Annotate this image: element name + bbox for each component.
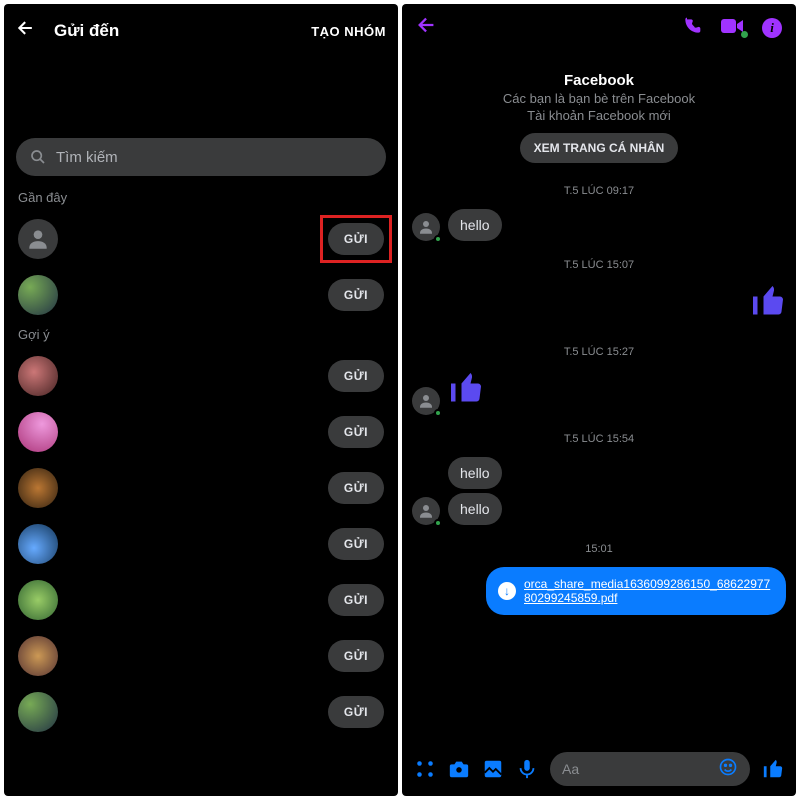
timestamp: T.5 LÚC 15:27 — [412, 332, 786, 366]
contact-row[interactable]: GỬI — [4, 211, 398, 267]
file-attachment[interactable]: ↓ orca_share_media1636099286150_68622977… — [486, 567, 786, 615]
file-name: orca_share_media1636099286150_6862297780… — [524, 577, 774, 605]
avatar — [18, 580, 58, 620]
chat-header: i — [402, 4, 796, 52]
timestamp: 15:01 — [412, 529, 786, 563]
avatar — [18, 275, 58, 315]
download-icon: ↓ — [498, 582, 516, 600]
online-dot — [434, 235, 442, 243]
apps-icon[interactable] — [414, 758, 436, 780]
page-title: Gửi đến — [54, 21, 311, 41]
contact-row[interactable]: GỬI — [4, 348, 398, 404]
avatar — [18, 356, 58, 396]
send-button[interactable]: GỬI — [328, 416, 384, 448]
online-dot — [434, 409, 442, 417]
timestamp: T.5 LÚC 15:54 — [412, 419, 786, 453]
video-call-icon[interactable] — [720, 17, 744, 40]
contact-row[interactable]: GỬI — [4, 404, 398, 460]
avatar — [412, 497, 440, 525]
emoji-icon[interactable] — [718, 757, 738, 782]
send-button[interactable]: GỬI — [328, 472, 384, 504]
message-row: hello — [412, 209, 786, 241]
online-dot — [741, 31, 748, 38]
mic-icon[interactable] — [516, 758, 538, 780]
view-profile-button[interactable]: XEM TRANG CÁ NHÂN — [520, 133, 679, 163]
thumbs-up-icon[interactable] — [762, 758, 784, 780]
section-suggest: Gợi ý — [4, 323, 398, 348]
avatar — [18, 468, 58, 508]
messages-area[interactable]: T.5 LÚC 09:17 hello T.5 LÚC 15:07 T.5 LÚ… — [402, 171, 796, 742]
avatar — [18, 692, 58, 732]
send-button[interactable]: GỬI — [328, 223, 384, 255]
message-bubble[interactable]: hello — [448, 457, 502, 489]
composer: Aa — [402, 742, 796, 796]
avatar — [18, 412, 58, 452]
profile-block: Facebook Các bạn là bạn bè trên Facebook… — [402, 52, 796, 171]
call-icon[interactable] — [682, 16, 702, 41]
send-button[interactable]: GỬI — [328, 696, 384, 728]
back-icon[interactable] — [416, 14, 664, 42]
contact-row[interactable]: GỬI — [4, 628, 398, 684]
message-row: hello — [412, 457, 786, 489]
send-to-pane: Gửi đến TẠO NHÓM Tìm kiếm Gần đây GỬI GỬ… — [4, 4, 398, 796]
message-bubble[interactable]: hello — [448, 209, 502, 241]
message-row — [412, 283, 786, 328]
send-button[interactable]: GỬI — [328, 528, 384, 560]
contact-row[interactable]: GỬI — [4, 572, 398, 628]
camera-icon[interactable] — [448, 758, 470, 780]
input-placeholder: Aa — [562, 761, 579, 777]
timestamp: T.5 LÚC 15:07 — [412, 245, 786, 279]
profile-subtitle-2: Tài khoản Facebook mới — [402, 108, 796, 123]
contact-row[interactable]: GỬI — [4, 267, 398, 323]
search-input[interactable]: Tìm kiếm — [16, 138, 386, 176]
online-dot — [434, 519, 442, 527]
like-sticker[interactable] — [448, 370, 484, 415]
profile-subtitle: Các bạn là bạn bè trên Facebook — [402, 91, 796, 106]
gallery-icon[interactable] — [482, 758, 504, 780]
send-button[interactable]: GỬI — [328, 279, 384, 311]
contact-row[interactable]: GỬI — [4, 460, 398, 516]
send-button-highlighted: GỬI — [328, 223, 384, 255]
search-placeholder: Tìm kiếm — [56, 149, 118, 166]
avatar — [18, 636, 58, 676]
send-button[interactable]: GỬI — [328, 584, 384, 616]
contact-row[interactable]: GỬI — [4, 684, 398, 740]
left-header: Gửi đến TẠO NHÓM — [4, 4, 398, 58]
avatar — [412, 387, 440, 415]
contact-name: Facebook — [402, 72, 796, 89]
conversation-pane: i Facebook Các bạn là bạn bè trên Facebo… — [402, 4, 796, 796]
like-sticker[interactable] — [750, 283, 786, 328]
info-icon[interactable]: i — [762, 18, 782, 38]
timestamp: T.5 LÚC 09:17 — [412, 171, 786, 205]
send-button[interactable]: GỬI — [328, 640, 384, 672]
create-group-button[interactable]: TẠO NHÓM — [311, 24, 386, 39]
message-row: ↓ orca_share_media1636099286150_68622977… — [412, 567, 786, 615]
avatar — [18, 524, 58, 564]
message-bubble[interactable]: hello — [448, 493, 502, 525]
message-row — [412, 370, 786, 415]
send-button[interactable]: GỬI — [328, 360, 384, 392]
section-recent: Gần đây — [4, 186, 398, 211]
message-input[interactable]: Aa — [550, 752, 750, 786]
contact-row[interactable]: GỬI — [4, 516, 398, 572]
back-icon[interactable] — [16, 18, 36, 44]
avatar — [18, 219, 58, 259]
message-row: hello — [412, 493, 786, 525]
avatar — [412, 213, 440, 241]
